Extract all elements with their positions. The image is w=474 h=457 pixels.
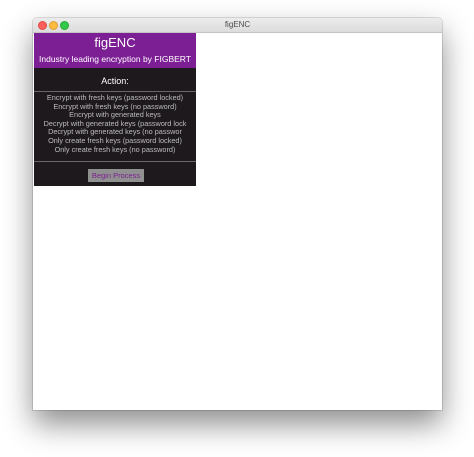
app-header: figENC Industry leading encryption by FI… [34,33,196,68]
window-title: figENC [224,20,251,29]
window-titlebar[interactable]: figENC [33,18,442,33]
begin-process-button[interactable]: Begin Process [88,169,144,182]
app-window: figENC figENC Industry leading encryptio… [33,18,442,410]
figenc-panel: figENC Industry leading encryption by FI… [34,33,196,186]
option-create-keys-no-password[interactable]: Only create fresh keys (no password) [34,145,196,155]
divider [34,91,196,92]
divider [34,161,196,162]
app-title: figENC [94,35,136,50]
action-label: Action: [101,76,129,86]
window-content: figENC Industry leading encryption by FI… [33,33,442,410]
app-subtitle: Industry leading encryption by FIGBERT [39,54,191,64]
action-options-list: Encrypt with fresh keys (password locked… [34,94,196,154]
